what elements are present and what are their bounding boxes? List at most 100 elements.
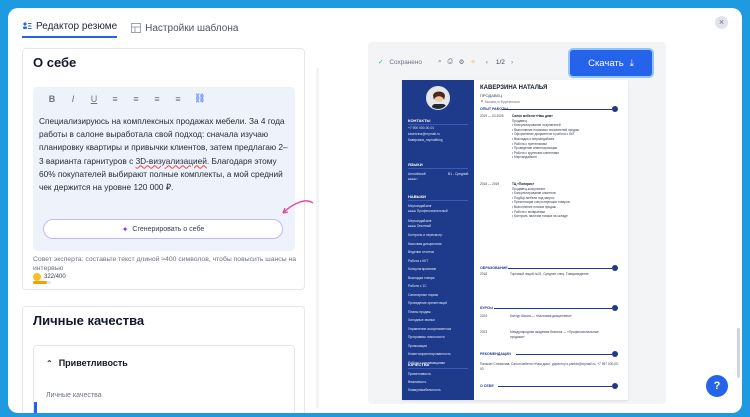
- grid-icon: [131, 23, 142, 33]
- user-list-icon: [23, 22, 32, 29]
- generate-label: Сгенерировать о себе: [132, 225, 205, 233]
- skill-item: Промоакции: [408, 343, 427, 348]
- resume-location: 📍 Москва, м Фрунзенская: [480, 100, 520, 104]
- align-left-button[interactable]: ≡: [152, 94, 162, 104]
- course-text: Международная академия бизнеса — «Профес…: [510, 330, 599, 339]
- counter-progress-fill: [33, 281, 48, 284]
- expert-tip: Совет эксперта: составьте текст длиной ≈…: [33, 256, 297, 272]
- align-right-button[interactable]: ≡: [173, 94, 183, 104]
- contact-phone: +7 900 000-00-01: [408, 126, 435, 130]
- divider: [498, 386, 612, 387]
- divider: [502, 109, 612, 110]
- generate-about-button[interactable]: ✦ Сгенерировать о себе: [43, 219, 283, 239]
- skill-item: Программы лояльности: [408, 335, 445, 339]
- close-icon[interactable]: ×: [715, 16, 728, 29]
- quality-card[interactable]: ⌃ Приветливость Личные качества: [33, 345, 295, 413]
- divider: [408, 168, 468, 169]
- thumbs-up-icon: [612, 351, 618, 357]
- contacts-heading: КОНТАКТЫ: [408, 118, 431, 123]
- about-heading: О СЕБЕ: [480, 384, 494, 388]
- bullet-list-button[interactable]: ≡: [110, 94, 120, 104]
- char-counter: 322/400: [33, 273, 66, 281]
- language-dots: ●●●●○: [408, 177, 418, 181]
- link-button[interactable]: ⛓: [194, 93, 205, 104]
- education-heading: ОБРАЗОВАНИЕ: [480, 266, 508, 270]
- course-entry: 2024 Контур Школа — «Кассовая дисциплина»: [480, 314, 620, 319]
- skills-heading: НАВЫКИ: [408, 194, 426, 199]
- sparkle-icon: ✦: [121, 224, 129, 234]
- about-text[interactable]: Специализируюсь на комплексных продажах …: [39, 115, 289, 194]
- job-bullet: • Контроль наличия товара на складе: [512, 214, 568, 219]
- contact-site: Каверзина_mymailblog: [408, 138, 443, 142]
- print-icon[interactable]: ⎙: [448, 58, 453, 66]
- resume-name: КАВЕРЗИНА НАТАЛЬЯ: [480, 85, 548, 91]
- skill-item: Консультирование: [408, 267, 437, 271]
- curved-arrow-icon: [282, 200, 314, 214]
- scrollbar[interactable]: [316, 68, 319, 408]
- skill-item: Санитарные нормы: [408, 292, 439, 297]
- resume-main: КАВЕРЗИНА НАТАЛЬЯ ПРОДАВЕЦ 📍 Москва, м Ф…: [480, 80, 626, 400]
- course-text: Контур Школа — «Кассовая дисциплина»: [510, 314, 572, 318]
- numbered-list-button[interactable]: ≡: [131, 94, 141, 104]
- info-icon: [612, 383, 618, 389]
- settings-icon[interactable]: ⚙: [459, 58, 465, 66]
- chevron-up-icon[interactable]: ⌃: [46, 359, 53, 368]
- skill-item: Проведение презентаций: [408, 301, 448, 305]
- job-dates: 2018 — 2019: [480, 182, 500, 186]
- avatar: [426, 86, 450, 110]
- divider: [408, 200, 468, 201]
- help-button[interactable]: ?: [706, 375, 728, 397]
- resume-sidebar: КОНТАКТЫ +7 900 000-00-01 kaverzina@myma…: [402, 80, 474, 400]
- saved-status: Сохранено: [389, 58, 422, 66]
- courses-heading: КУРСЫ: [480, 306, 493, 310]
- smiley-icon: [33, 273, 41, 281]
- location-text: Москва, м Фрунзенская: [484, 100, 520, 104]
- download-icon: ⤓: [629, 57, 634, 69]
- zoom-icon[interactable]: ⌕: [438, 58, 442, 66]
- app-window: × Редактор резюме Настройки шаблона О се…: [8, 8, 742, 413]
- next-page-icon[interactable]: ›: [511, 59, 513, 66]
- recommendation-entry: Панькин Станислав, Салон мебели «Наш дом…: [480, 362, 619, 371]
- skill-item: Клиентоориентированность: [408, 352, 451, 356]
- quality-item: Приветливость: [408, 372, 432, 376]
- magic-wand-icon[interactable]: ✧: [470, 58, 475, 66]
- italic-button[interactable]: I: [68, 94, 78, 104]
- prev-page-icon[interactable]: ‹: [486, 59, 488, 66]
- contact-email: kaverzina@mymail.ru: [408, 132, 440, 136]
- briefcase-icon: [612, 106, 618, 112]
- education-entry: 2018 Торговый лицей №31, Среднее спец. То…: [480, 272, 620, 277]
- resume-position: ПРОДАВЕЦ: [480, 93, 503, 98]
- qualities-section: Личные качества ⌃ Приветливость Личные к…: [22, 306, 305, 413]
- job-dates: 2019 — 03.2025: [480, 114, 504, 118]
- quality-item[interactable]: ⌃ Приветливость: [46, 358, 128, 368]
- tab-resume-editor[interactable]: Редактор резюме: [22, 18, 118, 38]
- job-bullet: • Мерчандайзинг: [512, 155, 537, 160]
- qualities-heading: КАЧЕСТВА: [408, 362, 430, 367]
- tab-label: Настройки шаблона: [145, 22, 239, 34]
- download-button[interactable]: Скачать ⤓: [570, 50, 652, 76]
- graduation-icon: [612, 265, 618, 271]
- divider: [516, 354, 612, 355]
- editor-toolbar: B I U ≡ ≡ ≡ ≡ ⛓: [47, 93, 206, 104]
- skill-item: Холодные звонки: [408, 318, 435, 322]
- skill-item: Выкладка товара: [408, 275, 435, 280]
- counter-value: 322/400: [44, 274, 66, 280]
- course-date: 2024: [480, 314, 488, 318]
- page-indicator: 1/2: [495, 58, 505, 66]
- skill-level: ●●●● Опытный: [408, 223, 432, 228]
- education-text: Торговый лицей №31, Среднее спец. Товаро…: [510, 272, 589, 276]
- divider: [508, 268, 612, 269]
- tab-template-settings[interactable]: Настройки шаблона: [131, 18, 238, 38]
- about-section: О себе B I U ≡ ≡ ≡ ≡ ⛓ Специализируюсь н…: [22, 48, 314, 290]
- scrollbar[interactable]: [737, 328, 740, 378]
- book-icon: [612, 305, 618, 311]
- divider: [494, 308, 612, 309]
- skill-item: Планы продаж: [408, 309, 431, 314]
- tab-bar: Редактор резюме Настройки шаблона: [22, 18, 312, 42]
- underline-button[interactable]: U: [89, 94, 99, 104]
- about-editor[interactable]: B I U ≡ ≡ ≡ ≡ ⛓ Специализируюсь на компл…: [33, 87, 295, 251]
- bold-button[interactable]: B: [47, 94, 57, 104]
- check-icon: ✓: [378, 59, 384, 66]
- education-date: 2018: [480, 272, 488, 276]
- download-label: Скачать: [588, 57, 624, 69]
